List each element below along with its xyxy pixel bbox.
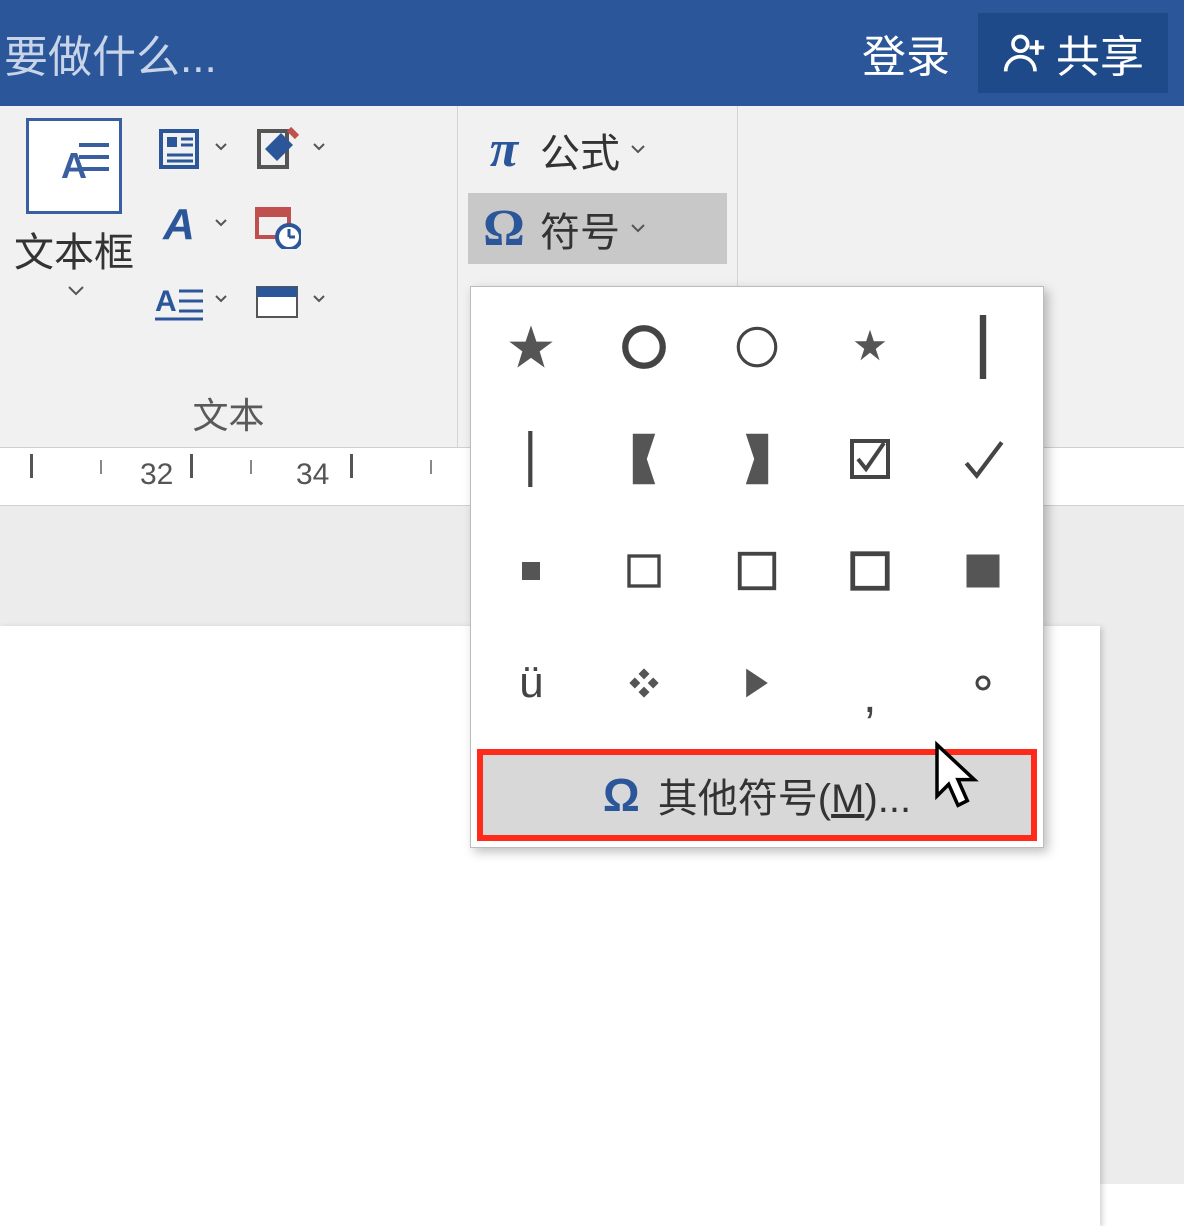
textbox-button[interactable]: A 文本框 [10,114,138,298]
wordart-icon: A [152,198,206,252]
object-icon [250,274,304,328]
text-mini-buttons: A A [148,114,330,336]
wordart-button[interactable]: A [148,190,232,260]
quick-parts-icon [152,122,206,176]
drop-cap-button[interactable]: A [148,266,232,336]
title-bar: 要做什么... 登录 共享 [0,0,1184,106]
symbol-cell-checkbox-checked[interactable] [813,403,926,515]
symbol-cell-right-bracket-shape[interactable] [588,403,701,515]
login-button[interactable]: 登录 [862,21,950,85]
pi-icon: π [478,120,530,179]
dropdown-icon [630,143,644,157]
symbol-cell-pipe[interactable] [475,403,588,515]
date-time-icon [250,198,304,252]
dropdown-icon [312,142,326,156]
equation-label: 公式 [540,121,620,179]
cursor-icon [930,740,986,815]
symbol-label: 符号 [540,200,620,258]
svg-text:A: A [155,285,177,318]
dropdown-icon [214,294,228,308]
tell-me-prompt[interactable]: 要做什么... [0,21,217,85]
textbox-label: 文本框 [14,220,134,278]
symbol-grid: ü , [471,287,1043,743]
symbol-cell-square-filled[interactable] [926,515,1039,627]
symbol-cell-diamond-cluster[interactable] [588,627,701,739]
symbol-cell-square-outline-2[interactable] [701,515,814,627]
symbol-cell-checkmark[interactable] [926,403,1039,515]
textbox-icon: A [26,118,122,214]
title-right-actions: 登录 共享 [862,13,1168,93]
symbol-cell-small-circle[interactable] [926,627,1039,739]
symbol-cell-comma[interactable]: , [813,627,926,739]
signature-line-button[interactable] [246,114,330,184]
quick-parts-button[interactable] [148,114,232,184]
symbol-cell-square-outline-3[interactable] [813,515,926,627]
share-label: 共享 [1056,21,1144,85]
omega-icon: Ω [603,768,640,822]
dropdown-icon [312,294,326,308]
group-label-text: 文本 [10,383,447,441]
drop-cap-icon: A [152,274,206,328]
signature-icon [250,122,304,176]
omega-icon: Ω [478,199,530,258]
symbol-cell-vertical-bar[interactable] [926,291,1039,403]
ribbon-group-text: A 文本框 [0,106,458,447]
share-button[interactable]: 共享 [978,13,1168,93]
person-share-icon [1002,31,1046,75]
symbol-cell-triangle-right[interactable] [701,627,814,739]
symbol-cell-u-diaeresis[interactable]: ü [475,627,588,739]
dropdown-icon [214,218,228,232]
dropdown-icon [67,284,81,298]
date-time-button[interactable] [246,190,330,260]
symbol-cell-small-square[interactable] [475,515,588,627]
symbol-cell-left-bracket-shape[interactable] [701,403,814,515]
symbol-cell-star-outline[interactable] [813,291,926,403]
symbol-cell-square-outline-1[interactable] [588,515,701,627]
symbol-cell-star-filled[interactable] [475,291,588,403]
symbol-cell-circle-bold[interactable] [588,291,701,403]
ruler-mark: 34 [296,458,329,492]
ruler-mark: 32 [140,458,173,492]
dropdown-icon [214,142,228,156]
dropdown-icon [630,222,644,236]
equation-button[interactable]: π 公式 [468,114,727,185]
more-symbols-label: 其他符号(M)... [658,766,911,824]
symbol-cell-circle-thin[interactable] [701,291,814,403]
object-button[interactable] [246,266,330,336]
symbol-button[interactable]: Ω 符号 [468,193,727,264]
